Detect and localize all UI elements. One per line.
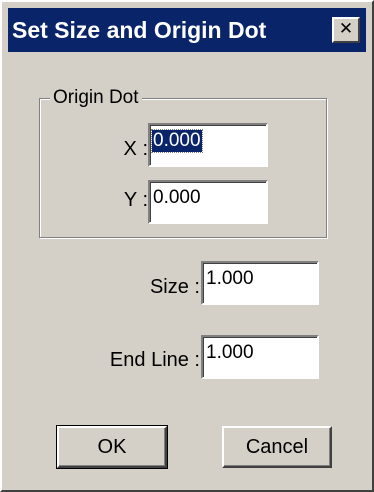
title-bar[interactable]: Set Size and Origin Dot ✕ <box>8 8 366 52</box>
size-label: Size : <box>149 276 200 298</box>
x-value: 0.000 <box>151 129 203 153</box>
end-line-value: 1.000 <box>206 342 254 363</box>
cancel-button[interactable]: Cancel <box>222 426 332 468</box>
x-label: X : <box>123 138 148 160</box>
origin-dot-group-label: Origin Dot <box>50 86 142 110</box>
y-input[interactable]: 0.000 <box>148 180 268 224</box>
x-input[interactable]: 0.000 <box>148 123 268 167</box>
window-title: Set Size and Origin Dot <box>12 17 267 43</box>
close-icon: ✕ <box>338 19 354 39</box>
y-label: Y : <box>123 189 148 211</box>
end-line-label: End Line : <box>109 349 200 371</box>
y-value: 0.000 <box>153 187 201 208</box>
size-input[interactable]: 1.000 <box>201 261 319 305</box>
close-button[interactable]: ✕ <box>332 17 360 43</box>
dialog-window: Set Size and Origin Dot ✕ Origin Dot X :… <box>0 0 374 492</box>
size-value: 1.000 <box>206 268 254 289</box>
end-line-input[interactable]: 1.000 <box>201 335 319 379</box>
ok-button[interactable]: OK <box>56 425 168 469</box>
